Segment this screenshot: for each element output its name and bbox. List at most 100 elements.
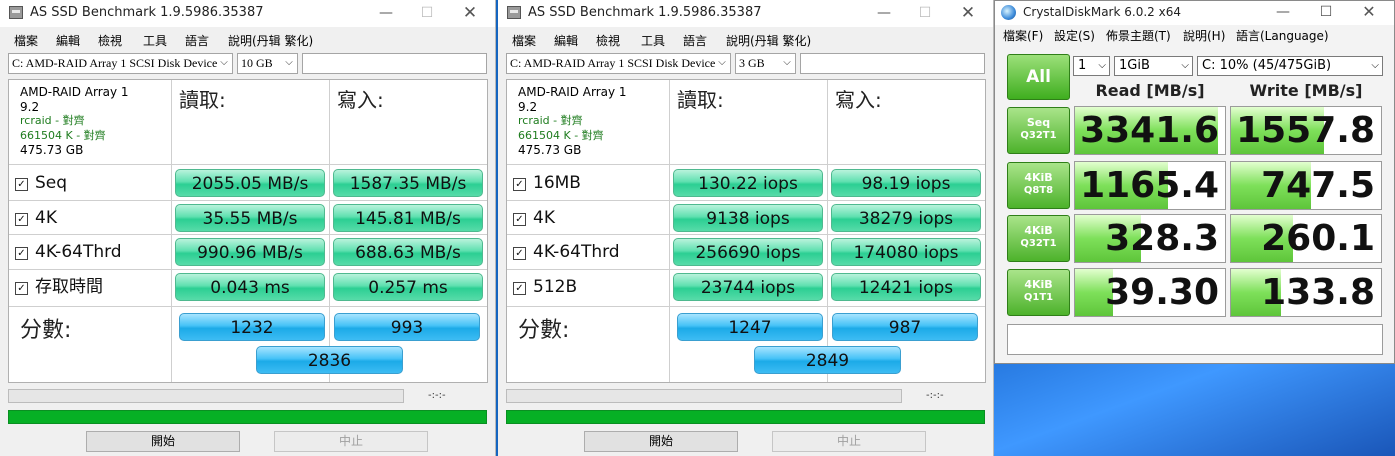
write-header: Write [MB/s]: [1249, 81, 1363, 100]
title-bar[interactable]: AS SSD Benchmark 1.9.5986.35387 — ☐ ✕: [0, 0, 495, 27]
start-button[interactable]: 開始: [584, 431, 738, 452]
menu-view[interactable]: 檢視: [596, 32, 620, 49]
read-header: 讀取:: [179, 88, 226, 112]
minimize-icon[interactable]: —: [1269, 2, 1297, 22]
menu-file[interactable]: 檔案(F): [1003, 27, 1043, 44]
size-select[interactable]: 3 GB ⌵: [735, 53, 796, 74]
checkbox-checked-icon[interactable]: ✓: [513, 247, 526, 260]
read-result-0: 3341.6: [1074, 106, 1226, 155]
close-icon[interactable]: ✕: [456, 3, 484, 23]
close-icon[interactable]: ✕: [954, 3, 982, 23]
alignment-status: 661504 K - 對齊: [20, 128, 106, 142]
row-4k[interactable]: ✓ 4K: [15, 201, 57, 235]
stop-button[interactable]: 中止: [274, 431, 428, 452]
checkbox-checked-icon[interactable]: ✓: [513, 282, 526, 295]
minimize-icon[interactable]: —: [870, 3, 898, 23]
checkbox-checked-icon[interactable]: ✓: [513, 178, 526, 191]
all-button[interactable]: All: [1007, 54, 1070, 100]
menu-file[interactable]: 檔案: [14, 32, 38, 49]
start-button[interactable]: 開始: [86, 431, 240, 452]
row-access-time[interactable]: ✓ 存取時間: [15, 270, 103, 304]
blank-field[interactable]: [800, 53, 985, 74]
test-button-2[interactable]: 4KiB Q32T1: [1007, 215, 1070, 262]
checkbox-checked-icon[interactable]: ✓: [15, 247, 28, 260]
app-icon: [507, 6, 521, 19]
menu-tools[interactable]: 工具: [143, 32, 167, 49]
asssd-window-2: AS SSD Benchmark 1.9.5986.35387 — ☐ ✕ 檔案…: [498, 0, 994, 456]
checkbox-checked-icon[interactable]: ✓: [15, 178, 28, 191]
write-value: 260.1: [1261, 218, 1375, 259]
result-16mb-write: 98.19 iops: [831, 169, 981, 197]
drive-name: AMD-RAID Array 1: [20, 85, 129, 99]
score-read: 1232: [179, 313, 325, 341]
menu-edit[interactable]: 編輯: [56, 32, 80, 49]
menu-edit[interactable]: 編輯: [554, 32, 578, 49]
row-seq[interactable]: ✓ Seq: [15, 166, 67, 200]
menu-theme[interactable]: 佈景主題(T): [1106, 27, 1171, 44]
title-bar[interactable]: AS SSD Benchmark 1.9.5986.35387 — ☐ ✕: [498, 0, 993, 27]
size-select[interactable]: 1GiB ⌵: [1114, 56, 1193, 76]
score-read: 1247: [677, 313, 823, 341]
disk-icon: [1001, 5, 1016, 20]
test-button-0[interactable]: Seq Q32T1: [1007, 107, 1070, 154]
drive-select[interactable]: C: AMD-RAID Array 1 SCSI Disk Device ⌵: [506, 53, 731, 74]
row-4k64[interactable]: ✓ 4K-64Thrd: [513, 235, 620, 269]
title-bar[interactable]: CrystalDiskMark 6.0.2 x64 — ☐ ✕: [995, 1, 1394, 25]
read-result-2: 328.3: [1074, 214, 1226, 263]
read-value: 3341.6: [1080, 110, 1219, 151]
write-header: 寫入:: [835, 88, 882, 112]
stop-button[interactable]: 中止: [772, 431, 926, 452]
menu-tools[interactable]: 工具: [641, 32, 665, 49]
blank-field[interactable]: [302, 53, 487, 74]
maximize-icon[interactable]: ☐: [1312, 2, 1340, 22]
checkbox-checked-icon[interactable]: ✓: [15, 213, 28, 226]
score-label: 分數:: [20, 318, 72, 343]
row-4k[interactable]: ✓ 4K: [513, 201, 555, 235]
write-value: 1557.8: [1236, 110, 1375, 151]
write-result-3: 133.8: [1230, 268, 1382, 317]
test-button-3[interactable]: 4KiB Q1T1: [1007, 269, 1070, 316]
drive-capacity: 475.73 GB: [518, 143, 582, 157]
result-4k-read: 9138 iops: [673, 204, 823, 232]
row-512b[interactable]: ✓ 512B: [513, 270, 577, 304]
result-seq-write: 1587.35 MB/s: [333, 169, 483, 197]
count-select[interactable]: 1 ⌵: [1073, 56, 1110, 76]
comment-field[interactable]: [1007, 324, 1383, 355]
result-4k64-read: 256690 iops: [673, 238, 823, 266]
menu-settings[interactable]: 設定(S): [1054, 27, 1095, 44]
size-select[interactable]: 10 GB ⌵: [237, 53, 298, 74]
menu-file[interactable]: 檔案: [512, 32, 536, 49]
menu-help[interactable]: 說明(丹辑 繁化): [726, 32, 811, 49]
menu-language[interactable]: 語言: [683, 32, 707, 49]
checkbox-checked-icon[interactable]: ✓: [15, 282, 28, 295]
write-value: 133.8: [1261, 272, 1375, 313]
result-4k64-write: 688.63 MB/s: [333, 238, 483, 266]
checkbox-checked-icon[interactable]: ✓: [513, 213, 526, 226]
menu-language[interactable]: 語言: [185, 32, 209, 49]
menu-bar: 檔案 編輯 檢視 工具 語言 說明(丹辑 繁化): [498, 28, 993, 50]
chevron-down-icon: ⌵: [781, 57, 793, 69]
read-value: 39.30: [1105, 272, 1219, 313]
read-value: 328.3: [1105, 218, 1219, 259]
menu-bar: 檔案 編輯 檢視 工具 語言 說明(丹辑 繁化): [0, 28, 495, 50]
row-4k64[interactable]: ✓ 4K-64Thrd: [15, 235, 122, 269]
menu-help[interactable]: 說明(H): [1183, 27, 1225, 44]
test-button-1[interactable]: 4KiB Q8T8: [1007, 162, 1070, 209]
score-write: 993: [334, 313, 480, 341]
drive-select[interactable]: C: AMD-RAID Array 1 SCSI Disk Device ⌵: [8, 53, 233, 74]
close-icon[interactable]: ✕: [1355, 2, 1383, 22]
menu-help[interactable]: 說明(丹辑 繁化): [228, 32, 313, 49]
drive-select[interactable]: C: 10% (45/475GiB) ⌵: [1197, 56, 1383, 76]
result-access-read: 0.043 ms: [175, 273, 325, 301]
menu-language[interactable]: 語言(Language): [1236, 27, 1329, 44]
menu-view[interactable]: 檢視: [98, 32, 122, 49]
chevron-down-icon: ⌵: [1098, 60, 1106, 71]
result-4k64-read: 990.96 MB/s: [175, 238, 325, 266]
minimize-icon[interactable]: —: [372, 3, 400, 23]
asssd-window-1: AS SSD Benchmark 1.9.5986.35387 — ☐ ✕ 檔案…: [0, 0, 496, 456]
crystaldiskmark-window: CrystalDiskMark 6.0.2 x64 — ☐ ✕ 檔案(F) 設定…: [994, 0, 1395, 364]
menu-bar: 檔案(F) 設定(S) 佈景主題(T) 說明(H) 語言(Language): [995, 25, 1394, 45]
app-icon: [9, 6, 23, 19]
row-16mb[interactable]: ✓ 16MB: [513, 166, 581, 200]
read-header: 讀取:: [677, 88, 724, 112]
